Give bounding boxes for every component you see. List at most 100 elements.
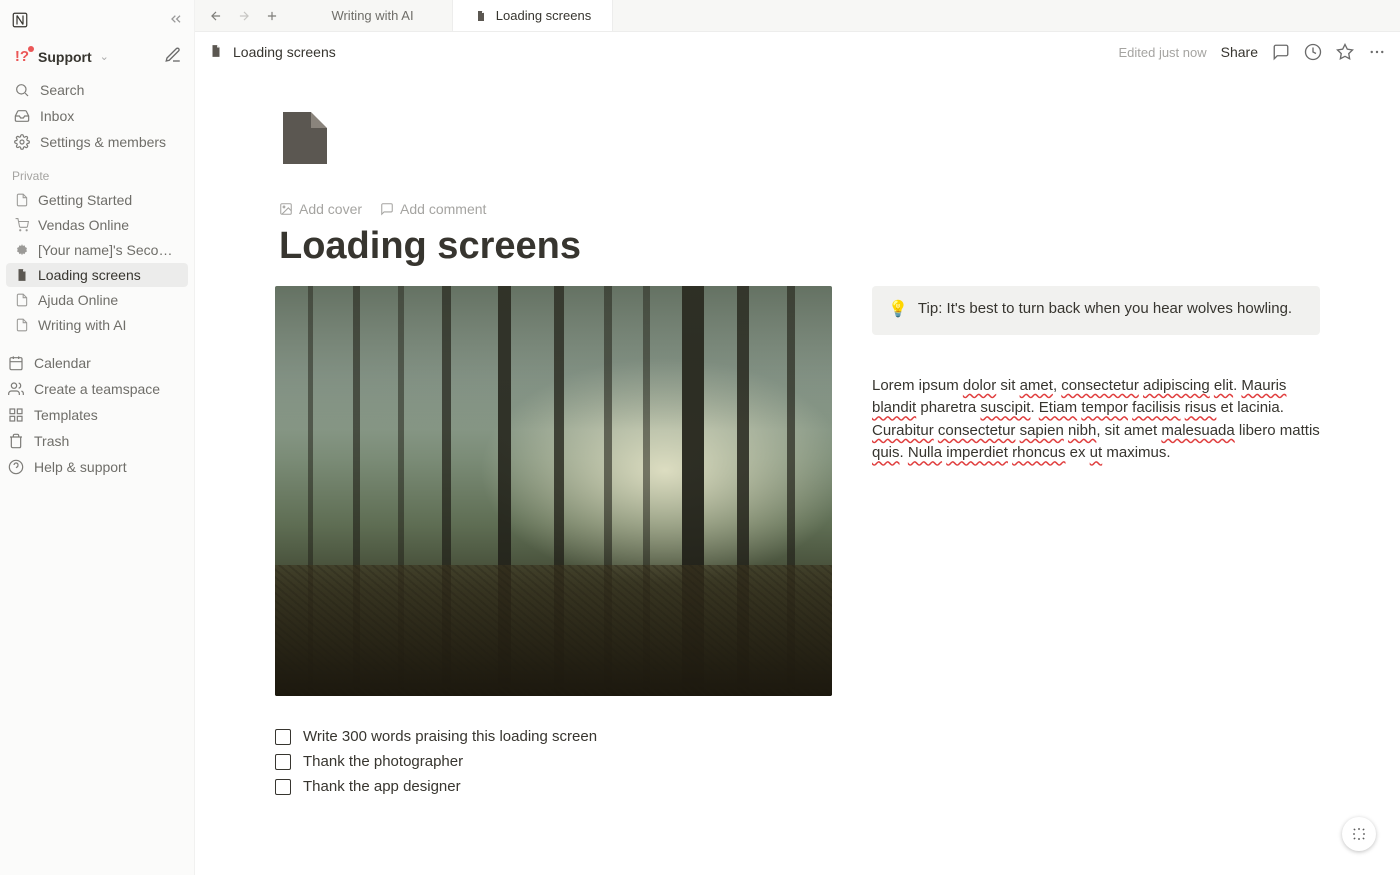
todo-list: Write 300 words praising this loading sc…	[275, 724, 832, 799]
sidebar-help[interactable]: Help & support	[0, 454, 194, 480]
edited-status: Edited just now	[1118, 45, 1206, 60]
sparkle-icon	[1351, 826, 1367, 842]
sidebar-page-second-brain[interactable]: [Your name]'s Second Brain	[6, 238, 188, 262]
spellcheck-word: dolor	[963, 377, 996, 394]
tab-label: Loading screens	[496, 8, 591, 23]
workspace-switcher[interactable]: !? Support ⌄	[12, 47, 109, 67]
tab-writing-with-ai[interactable]: Writing with AI	[293, 0, 453, 31]
todo-text[interactable]: Write 300 words praising this loading sc…	[303, 728, 597, 745]
todo-text[interactable]: Thank the photographer	[303, 753, 463, 770]
new-page-button[interactable]	[164, 46, 182, 67]
gear-icon	[14, 134, 30, 150]
todo-text[interactable]: Thank the app designer	[303, 778, 461, 795]
content-image-forest[interactable]	[275, 286, 832, 696]
text-span: .	[900, 444, 908, 461]
tab-loading-screens[interactable]: Loading screens	[453, 0, 613, 31]
sidebar-item-label: Writing with AI	[38, 317, 126, 333]
sidebar-page-vendas-online[interactable]: Vendas Online	[6, 213, 188, 237]
topbar: Loading screens Edited just now Share	[195, 32, 1400, 72]
todo-item[interactable]: Thank the photographer	[275, 749, 832, 774]
callout-block[interactable]: 💡 Tip: It's best to turn back when you h…	[872, 286, 1320, 335]
checkbox[interactable]	[275, 754, 291, 770]
spellcheck-word: imperdiet	[946, 444, 1008, 461]
share-button[interactable]: Share	[1221, 44, 1258, 60]
new-tab-button[interactable]	[261, 5, 283, 27]
nav-back-button[interactable]	[205, 5, 227, 27]
sidebar-trash[interactable]: Trash	[0, 428, 194, 454]
workspace-icon: !?	[12, 47, 32, 67]
spellcheck-word: risus	[1185, 399, 1217, 416]
checkbox[interactable]	[275, 729, 291, 745]
text-span: Lorem ipsum	[872, 377, 963, 394]
sidebar-page-loading-screens[interactable]: Loading screens	[6, 263, 188, 287]
page-title[interactable]: Loading screens	[279, 225, 1320, 268]
sidebar-item-label: Getting Started	[38, 192, 132, 208]
sidebar-page-ajuda-online[interactable]: Ajuda Online	[6, 288, 188, 312]
updates-icon[interactable]	[1304, 43, 1322, 61]
doc-dark-icon	[14, 267, 30, 283]
sidebar-inbox[interactable]: Inbox	[6, 103, 188, 129]
sidebar-item-label: Help & support	[34, 459, 127, 475]
page-icon[interactable]	[283, 112, 373, 185]
doc-dark-icon	[474, 9, 488, 23]
sidebar-search-label: Search	[40, 82, 84, 98]
sidebar: !? Support ⌄ Search Inbox Settings & mem…	[0, 0, 195, 875]
sidebar-create-teamspace[interactable]: Create a teamspace	[0, 376, 194, 402]
spellcheck-word: consectetur	[1061, 377, 1139, 394]
text-span: sit	[996, 377, 1019, 394]
comments-icon[interactable]	[1272, 43, 1290, 61]
tab-label: Writing with AI	[331, 8, 413, 23]
doc-icon	[14, 292, 30, 308]
sidebar-templates[interactable]: Templates	[0, 402, 194, 428]
sidebar-page-getting-started[interactable]: Getting Started	[6, 188, 188, 212]
collapse-sidebar-icon[interactable]	[168, 11, 184, 30]
sidebar-page-list: Getting Started Vendas Online [Your name…	[0, 187, 194, 338]
sidebar-settings-label: Settings & members	[40, 134, 166, 150]
image-icon	[279, 202, 293, 216]
nav-forward-button[interactable]	[233, 5, 255, 27]
spellcheck-word: Etiam	[1039, 399, 1077, 416]
spellcheck-word: elit	[1214, 377, 1233, 394]
sidebar-item-label: Create a teamspace	[34, 381, 160, 397]
todo-item[interactable]: Thank the app designer	[275, 774, 832, 799]
inbox-icon	[14, 108, 30, 124]
spellcheck-word: tempor	[1081, 399, 1128, 416]
sidebar-item-label: [Your name]'s Second Brain	[38, 242, 180, 258]
spellcheck-word: suscipit	[980, 399, 1030, 416]
spellcheck-word: Mauris	[1241, 377, 1286, 394]
sidebar-item-label: Templates	[34, 407, 98, 423]
spellcheck-word: ut	[1090, 444, 1103, 461]
sidebar-calendar[interactable]: Calendar	[0, 350, 194, 376]
spellcheck-word: consectetur	[938, 422, 1016, 439]
search-icon	[14, 82, 30, 98]
spellcheck-word: malesuada	[1161, 422, 1234, 439]
add-comment-button[interactable]: Add comment	[380, 201, 486, 217]
tabs-bar: Writing with AI Loading screens	[195, 0, 1400, 32]
doc-icon	[14, 317, 30, 333]
text-span: libero mattis	[1235, 422, 1320, 439]
text-block[interactable]: Lorem ipsum dolor sit amet, consectetur …	[872, 375, 1320, 465]
text-span: .	[1030, 399, 1038, 416]
breadcrumb[interactable]: Loading screens	[209, 44, 336, 60]
breadcrumb-title: Loading screens	[233, 44, 336, 60]
todo-item[interactable]: Write 300 words praising this loading sc…	[275, 724, 832, 749]
text-span: pharetra	[916, 399, 980, 416]
more-icon[interactable]	[1368, 43, 1386, 61]
gear-bold-icon	[14, 242, 30, 258]
add-comment-label: Add comment	[400, 201, 486, 217]
favorite-icon[interactable]	[1336, 43, 1354, 61]
bulb-icon: 💡	[888, 300, 908, 321]
spellcheck-word: amet	[1020, 377, 1053, 394]
sidebar-search[interactable]: Search	[6, 77, 188, 103]
callout-text[interactable]: Tip: It's best to turn back when you hea…	[918, 300, 1292, 317]
doc-icon	[14, 192, 30, 208]
text-span: et lacinia.	[1216, 399, 1284, 416]
sidebar-page-writing-with-ai[interactable]: Writing with AI	[6, 313, 188, 337]
sidebar-settings[interactable]: Settings & members	[6, 129, 188, 155]
checkbox[interactable]	[275, 779, 291, 795]
spellcheck-word: facilisis	[1132, 399, 1180, 416]
add-cover-button[interactable]: Add cover	[279, 201, 362, 217]
ai-fab-button[interactable]	[1342, 817, 1376, 851]
sidebar-section-private[interactable]: Private	[0, 159, 194, 187]
sidebar-item-label: Loading screens	[38, 267, 141, 283]
